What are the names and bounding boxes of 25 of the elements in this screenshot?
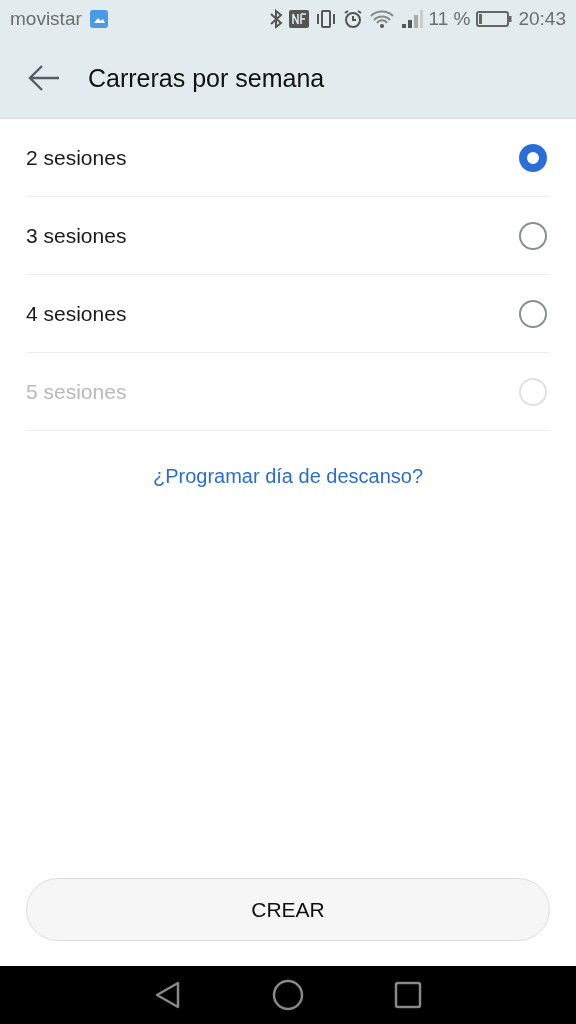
screen-title: Carreras por semana	[88, 63, 325, 93]
back-arrow-icon[interactable]	[28, 65, 60, 91]
back-nav-icon[interactable]	[154, 980, 182, 1010]
option-label: 5 sesiones	[26, 379, 127, 404]
create-button[interactable]: CREAR	[26, 878, 550, 941]
radio-button[interactable]	[519, 299, 547, 328]
alarm-icon	[342, 9, 363, 29]
rest-day-link[interactable]: ¿Programar día de descanso?	[152, 465, 424, 488]
signal-icon	[400, 9, 423, 29]
option-label: 4 sesiones	[26, 301, 127, 326]
recents-nav-icon[interactable]	[394, 981, 422, 1009]
wifi-icon	[368, 9, 395, 29]
radio-button[interactable]	[519, 143, 547, 172]
carrier-name: movistar	[10, 8, 82, 30]
battery-icon	[476, 10, 513, 28]
nfc-icon	[288, 10, 309, 28]
radio-button[interactable]	[519, 221, 547, 250]
option-label: 3 sesiones	[26, 223, 127, 248]
battery-percent: 11 %	[428, 8, 471, 30]
home-nav-icon[interactable]	[272, 979, 304, 1011]
option-label: 2 sesiones	[26, 145, 127, 170]
image-icon	[89, 10, 108, 28]
bluetooth-icon	[268, 9, 283, 29]
vibrate-icon	[314, 9, 337, 29]
clock-time: 20:43	[518, 8, 566, 30]
